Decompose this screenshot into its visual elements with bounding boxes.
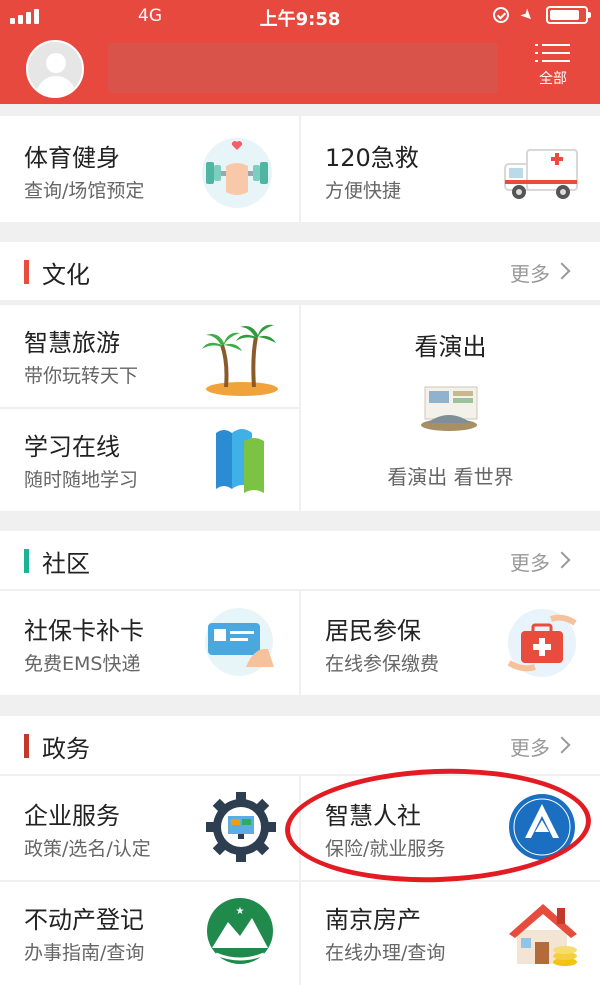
tile-enterprise-services[interactable]: 企业服务 政策/选名/认定: [0, 776, 299, 880]
battery-icon: [546, 6, 591, 24]
tile-title: 企业服务: [24, 802, 120, 830]
tile-title: 学习在线: [24, 433, 120, 461]
section-marker: [24, 549, 29, 573]
chevron-right-icon: [553, 551, 571, 569]
tile-subtitle: 随时随地学习: [24, 469, 139, 491]
medical-kit-icon: [507, 609, 577, 677]
tile-subtitle: 方便快捷: [325, 180, 402, 202]
tile-title: 不动产登记: [24, 906, 144, 934]
tile-title: 智慧旅游: [24, 329, 120, 357]
tile-title: 看演出: [414, 333, 487, 361]
tile-subtitle: 查询/场馆预定: [24, 180, 145, 202]
app-header: 全部: [0, 34, 600, 104]
location-arrow-icon: ➤: [516, 4, 539, 26]
real-estate-emblem-icon: ★: [207, 898, 273, 964]
tile-subtitle: 免费EMS快递: [24, 653, 141, 675]
more-link[interactable]: 更多: [510, 732, 550, 761]
tile-title: 体育健身: [24, 144, 120, 172]
palm-island-icon: [202, 324, 278, 396]
tile-subtitle: 看演出 看世界: [387, 465, 514, 489]
all-menu-button[interactable]: 全部: [526, 40, 580, 98]
ambulance-icon: [504, 149, 578, 199]
chevron-right-icon: [553, 262, 571, 280]
tile-title: 120急救: [325, 144, 419, 172]
section-marker: [24, 260, 29, 284]
house-icon: [509, 904, 577, 966]
tile-subtitle: 带你玩转天下: [24, 365, 139, 387]
tile-subtitle: 在线参保缴费: [325, 653, 440, 675]
section-government-header: 政务 更多: [0, 716, 600, 774]
tile-real-estate-registration[interactable]: 不动产登记 办事指南/查询 ★: [0, 882, 299, 985]
books-icon: [216, 429, 264, 493]
chevron-right-icon: [553, 736, 571, 754]
list-menu-icon: [535, 44, 570, 62]
tile-resident-insurance[interactable]: 居民参保 在线参保缴费: [301, 591, 600, 695]
section-culture-header: 文化 更多: [0, 242, 600, 300]
tile-subtitle: 办事指南/查询: [24, 942, 145, 964]
section-title: 政务: [42, 735, 90, 763]
section-title: 社区: [42, 550, 90, 578]
performance-tickets-icon: [421, 386, 478, 431]
tile-nanjing-property[interactable]: 南京房产 在线办理/查询: [301, 882, 600, 985]
svg-text:★: ★: [236, 906, 245, 917]
section-community-header: 社区 更多: [0, 531, 600, 589]
enterprise-gear-icon: [206, 792, 276, 862]
tile-smart-tourism[interactable]: 智慧旅游 带你玩转天下: [0, 305, 299, 407]
more-link[interactable]: 更多: [510, 547, 550, 576]
tile-sports-fitness[interactable]: 体育健身 查询/场馆预定: [0, 116, 299, 222]
tile-title: 居民参保: [325, 617, 421, 645]
fitness-icon: [202, 138, 272, 208]
more-link[interactable]: 更多: [510, 258, 550, 287]
section-title: 文化: [42, 261, 90, 289]
tile-social-card-reissue[interactable]: 社保卡补卡 免费EMS快递: [0, 591, 299, 695]
tile-emergency-120[interactable]: 120急救 方便快捷: [301, 116, 600, 222]
tile-performances[interactable]: 看演出 看演出 看世界: [301, 305, 600, 511]
tile-title: 南京房产: [325, 906, 421, 934]
avatar[interactable]: [26, 40, 84, 98]
section-marker: [24, 734, 29, 758]
status-bar: 4G 上午9:58 ➤: [0, 0, 600, 34]
tile-subtitle: 政策/选名/认定: [24, 838, 151, 860]
menu-label: 全部: [539, 71, 567, 87]
tile-subtitle: 在线办理/查询: [325, 942, 446, 964]
rotation-lock-icon: [493, 7, 510, 23]
social-security-card-icon: [205, 608, 274, 676]
tile-title: 社保卡补卡: [24, 617, 144, 645]
search-bar[interactable]: [108, 43, 498, 93]
tile-online-learning[interactable]: 学习在线 随时随地学习: [0, 409, 299, 511]
